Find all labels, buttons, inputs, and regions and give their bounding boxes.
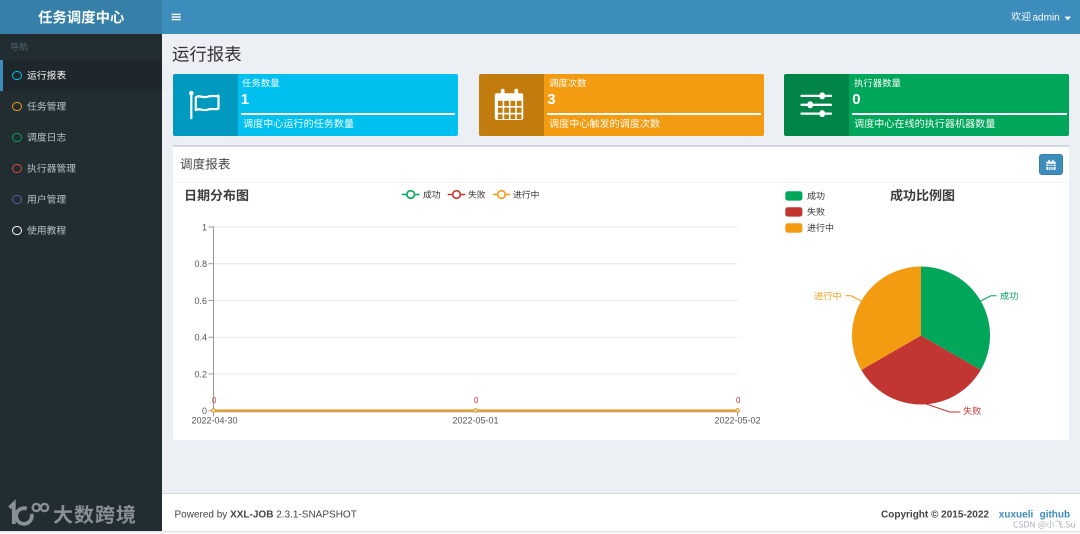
svg-text:xuxueli: xuxueli — [999, 510, 1034, 521]
svg-text:2022-05-01: 2022-05-01 — [452, 416, 498, 426]
svg-text:admin: admin — [1033, 12, 1060, 23]
svg-text:0: 0 — [202, 406, 207, 416]
svg-text:0.4: 0.4 — [194, 333, 207, 343]
svg-text:2022-05-02: 2022-05-02 — [714, 416, 760, 426]
svg-text:0: 0 — [474, 396, 479, 405]
svg-text:0: 0 — [212, 396, 217, 405]
svg-text:0: 0 — [736, 396, 741, 405]
svg-text:Copyright © 2015-2022: Copyright © 2015-2022 — [881, 510, 989, 521]
svg-text:0.2: 0.2 — [194, 369, 207, 379]
svg-text:github: github — [1040, 510, 1071, 521]
svg-text:Powered by XXL-JOB 2.3.1-SNAPS: Powered by XXL-JOB 2.3.1-SNAPSHOT — [175, 510, 357, 521]
svg-text:1: 1 — [202, 222, 207, 232]
svg-text:0.6: 0.6 — [194, 296, 207, 306]
svg-text:0.8: 0.8 — [194, 259, 207, 269]
svg-text:2022-04-30: 2022-04-30 — [191, 416, 237, 426]
